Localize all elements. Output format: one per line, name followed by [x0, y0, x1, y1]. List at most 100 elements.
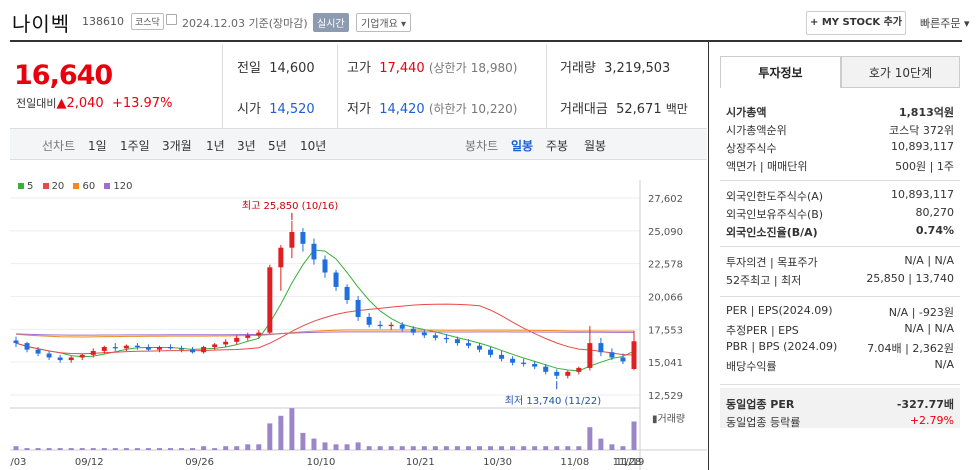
candle-body: [377, 324, 383, 327]
line-chart-label: 선차트: [42, 139, 76, 153]
info-key: 상장주식수: [726, 142, 777, 155]
candle-body: [344, 286, 350, 300]
candle-body: [168, 347, 173, 349]
candle-body: [587, 343, 593, 368]
volume-bar: [145, 448, 151, 450]
candle-body: [35, 349, 41, 354]
volume-bar: [510, 446, 516, 450]
x-tick-label: 10/10: [307, 457, 336, 468]
change-rate: +13.97%: [111, 96, 173, 111]
volume-bar: [322, 442, 328, 450]
candle-body: [355, 299, 361, 317]
volume-bar: [443, 446, 449, 450]
candle-body: [399, 324, 405, 329]
tab-1d[interactable]: 1일: [88, 137, 107, 154]
volume-bar: [465, 446, 471, 450]
candle-body: [454, 339, 460, 344]
info-value: N/A | -923원: [888, 306, 954, 319]
volume-bar: [223, 446, 229, 450]
volume-bar: [168, 448, 173, 450]
info-row: PER | EPS(2024.09) N/A | -923원: [726, 304, 954, 322]
tab-5y[interactable]: 5년: [268, 137, 287, 154]
quick-order-button[interactable]: 빠른주문 ▾: [920, 15, 970, 31]
tab-invest-info[interactable]: 투자정보: [720, 56, 841, 88]
candle-body: [421, 332, 427, 336]
info-value: 500원 | 1주: [895, 160, 954, 173]
volume-bar: [609, 444, 615, 450]
volume-bar: [355, 442, 361, 450]
volume-bar: [46, 448, 52, 450]
candle-body: [499, 354, 505, 359]
tab-weekly[interactable]: 주봉: [546, 137, 568, 154]
info-value: 0.74%: [915, 224, 954, 237]
x-tick-label: 10/21: [406, 457, 435, 468]
info-row: 상장주식수 10,893,117: [726, 140, 954, 158]
candle-body: [90, 350, 96, 355]
candle-body: [465, 343, 471, 346]
volume-bar: [112, 448, 118, 450]
candle-body: [145, 347, 151, 350]
info-value: -327.77배: [896, 398, 954, 411]
info-key: PER | EPS(2024.09): [726, 304, 833, 317]
volume-bar: [631, 421, 637, 450]
info-row: 추정PER | EPS N/A | N/A: [726, 322, 954, 340]
tab-3y[interactable]: 3년: [237, 137, 256, 154]
trade-amount: 거래대금 52,671 백만: [560, 102, 688, 117]
volume-bar: [156, 448, 162, 450]
tab-order-book[interactable]: 호가 10단계: [841, 56, 960, 88]
volume-bar: [410, 446, 416, 450]
volume-bar: [576, 446, 582, 450]
volume-bar: [421, 446, 427, 450]
candle-body: [256, 332, 262, 336]
open-price: 시가 14,520: [237, 102, 315, 117]
tab-daily[interactable]: 일봉: [511, 137, 533, 154]
candle-body: [24, 343, 30, 350]
tab-10y[interactable]: 10년: [300, 137, 326, 154]
my-stock-add-button[interactable]: + MY STOCK 추가: [806, 11, 906, 35]
tab-3m[interactable]: 3개월: [162, 137, 192, 154]
info-row: 외국인보유주식수(B) 80,270: [726, 206, 954, 224]
header-divider: [10, 40, 962, 42]
x-tick-label: 09/03: [10, 457, 26, 468]
info-value: 1,813억원: [898, 106, 954, 119]
candle-body: [190, 349, 196, 353]
volume-bar: [234, 446, 240, 450]
info-row: 52주최고 | 최저 25,850 | 13,740: [726, 272, 954, 290]
tab-monthly[interactable]: 월봉: [584, 137, 606, 154]
volume-bar: [68, 448, 74, 450]
price-chart[interactable]: 27,602 25,090 22,578 20,066 17,553 15,041 12,5…: [10, 160, 707, 470]
y-tick-label: 22,578: [648, 260, 683, 271]
candle-body: [565, 371, 571, 376]
volume-bar: [24, 448, 30, 450]
info-value: N/A | N/A: [904, 254, 954, 267]
info-row: 동일업종 등락률 +2.79%: [726, 414, 954, 432]
realtime-button[interactable]: 실시간: [313, 13, 349, 32]
volume-bar: [35, 448, 41, 450]
volume-bar: [454, 446, 460, 450]
volume-bar: [554, 446, 560, 450]
volume-bar: [101, 448, 107, 450]
volume-bar: [598, 438, 604, 450]
candle-body: [46, 353, 52, 358]
candle-body: [134, 345, 140, 348]
volume-bar: [278, 415, 284, 450]
volume-bar: [79, 448, 85, 450]
candle-body: [123, 345, 129, 349]
candle-body: [576, 367, 582, 372]
volume-bar: [399, 446, 405, 450]
candle-body: [488, 349, 494, 355]
tab-1w[interactable]: 1주일: [120, 137, 150, 154]
info-key: 배당수익률: [726, 360, 777, 373]
volume-bar: [57, 448, 63, 450]
candle-body: [267, 267, 273, 333]
low-price: 저가 14,420 (하한가 10,220): [347, 102, 518, 117]
candle-body: [112, 347, 118, 349]
volume-bar: [256, 444, 262, 450]
candle-body: [13, 340, 19, 344]
volume-bar: [201, 446, 207, 450]
corp-info-dropdown[interactable]: 기업개요 ▾: [356, 13, 411, 32]
tab-1y[interactable]: 1년: [206, 137, 225, 154]
change-label: 전일대비: [16, 97, 57, 110]
info-value: 10,893,117: [891, 188, 954, 201]
candle-body: [57, 357, 63, 361]
